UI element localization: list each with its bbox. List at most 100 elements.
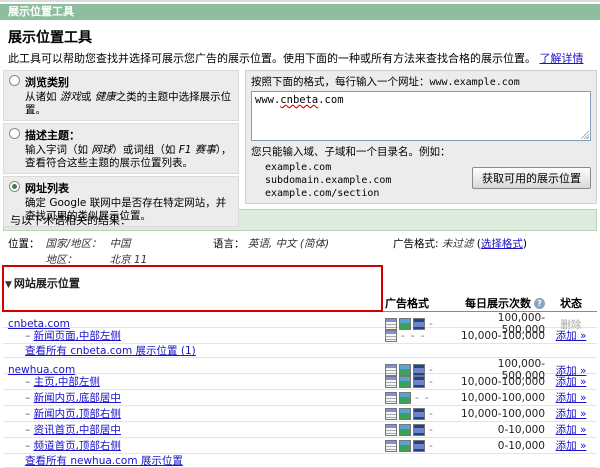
image-ad-icon <box>399 392 411 404</box>
choose-format-link[interactable]: 选择格式 <box>481 238 523 250</box>
table-row-sub: 新闻内页,顶部右侧 - 10,000-100,000 添加 » <box>3 406 597 422</box>
browse-categories-title: 浏览类别 <box>25 74 233 90</box>
ad-format-icons: - <box>385 440 459 452</box>
text-ad-icon <box>385 408 397 420</box>
url-entry-panel: 按照下面的格式，每行输入一个网址：www.example.com www.cnb… <box>245 70 597 204</box>
desc-part: 或 <box>81 91 95 103</box>
ad-format-icons: --- <box>385 330 459 342</box>
image-ad-icon <box>399 364 411 376</box>
tool-banner-title: 展示位置工具 <box>0 4 600 20</box>
daily-impressions-value: 10,000-100,000 <box>459 376 545 388</box>
url-value-prefix: www. <box>255 94 280 106</box>
format-unavailable-dash: - <box>427 440 435 452</box>
format-unavailable-dash: - <box>419 330 427 342</box>
image-ad-icon <box>399 440 411 452</box>
url-textarea[interactable]: www.cnbeta.com <box>251 91 591 141</box>
daily-impressions-value: 0-10,000 <box>459 440 545 452</box>
table-row-sub: 资讯首页,中部居中 - 0-10,000 添加 » <box>3 422 597 438</box>
learn-more-link[interactable]: 了解详情 <box>540 52 584 65</box>
placements-section-label: 网站展示位置 <box>14 277 80 290</box>
daily-impressions-value: 10,000-100,000 <box>459 408 545 420</box>
text-ad-icon <box>385 318 397 330</box>
help-icon[interactable]: ? <box>534 298 545 309</box>
url-list-radio[interactable] <box>9 181 20 192</box>
desc-italic: 网球 <box>91 144 112 156</box>
daily-impressions-value: 10,000-100,000 <box>459 330 545 342</box>
format-unavailable-dash: - <box>427 364 435 376</box>
format-unavailable-dash: - <box>427 424 435 436</box>
video-ad-icon <box>413 424 425 436</box>
desc-part: 从诸如 <box>25 91 60 103</box>
country-value: 中国 <box>110 236 148 251</box>
page-title: 展示位置工具 <box>8 27 600 47</box>
results-bar-title: 与以下术语相关的结果： <box>3 209 597 231</box>
table-row-sub: 新闻页面,中部左侧 --- 10,000-100,000 添加 » <box>3 328 597 344</box>
ad-format-icons: - <box>385 424 459 436</box>
url-value-suffix: .com <box>318 94 343 106</box>
format-unavailable-dash: - <box>427 408 435 420</box>
table-row-sub: 新闻内页,底部居中 -- 10,000-100,000 添加 » <box>3 390 597 406</box>
image-ad-icon <box>399 424 411 436</box>
placement-link[interactable]: 新闻页面,中部左侧 <box>34 330 121 342</box>
table-row-viewall: 查看所有 cnbeta.com 展示位置 (1) <box>3 344 597 358</box>
video-ad-icon <box>413 440 425 452</box>
text-ad-icon <box>385 376 397 388</box>
results-filters: 位置： 国家/地区： 中国 地区： 北京 11 语言： 英语, 中文 (简体) … <box>0 231 600 271</box>
placement-link[interactable]: 新闻内页,顶部右侧 <box>34 408 121 420</box>
placement-link[interactable]: 新闻内页,底部居中 <box>34 392 121 404</box>
desc-part: ）或词组（如 <box>112 144 178 156</box>
text-ad-icon <box>385 440 397 452</box>
url-example-line: example.com/section <box>265 187 391 200</box>
language-label: 语言： <box>213 238 245 250</box>
placement-link[interactable]: 资讯首页,中部居中 <box>34 424 121 436</box>
table-row-sub: 频道首页,顶部右侧 - 0-10,000 添加 » <box>3 438 597 454</box>
url-format-label: 按照下面的格式，每行输入一个网址：www.example.com <box>251 74 591 89</box>
url-example-line: example.com <box>265 161 391 174</box>
ad-format-label: 广告格式: <box>393 238 439 250</box>
browse-categories-desc: 从诸如 游戏或 健康之类的主题中选择展示位置。 <box>25 91 233 117</box>
placement-link[interactable]: 主页,中部左侧 <box>34 376 100 388</box>
placements-table: ▼网站展示位置 广告格式 每日展示次数? 状态 cnbeta.com - 100… <box>3 275 597 468</box>
language-value: 英语, 中文 (简体) <box>248 238 329 250</box>
location-label: 位置： <box>8 236 40 267</box>
table-row-viewall: 查看所有 newhua.com 展示位置 <box>3 454 597 468</box>
view-all-link[interactable]: 查看所有 newhua.com 展示位置 <box>25 455 183 467</box>
col-header-status: 状态 <box>545 295 597 311</box>
add-link[interactable]: 添加 » <box>556 424 587 436</box>
video-ad-icon <box>413 408 425 420</box>
page-description: 此工具可以帮助您查找并选择可展示您广告的展示位置。使用下面的一种或所有方法来查找… <box>8 50 592 66</box>
placement-link[interactable]: 频道首页,顶部右侧 <box>34 440 121 452</box>
ad-format-icons: -- <box>385 392 459 404</box>
add-link[interactable]: 添加 » <box>556 392 587 404</box>
add-link[interactable]: 添加 » <box>556 440 587 452</box>
image-ad-icon <box>399 408 411 420</box>
url-format-example: www.example.com <box>430 77 520 88</box>
browse-categories-radio[interactable] <box>9 75 20 86</box>
describe-topics-radio[interactable] <box>9 128 20 139</box>
method-and-url-section: 浏览类别 从诸如 游戏或 健康之类的主题中选择展示位置。 描述主题： 输入字词（… <box>3 70 597 204</box>
daily-impressions-value: 10,000-100,000 <box>459 392 545 404</box>
view-all-link[interactable]: 查看所有 cnbeta.com 展示位置 (1) <box>25 345 196 357</box>
format-unavailable-dash: - <box>427 376 435 388</box>
video-ad-icon <box>413 364 425 376</box>
method-browse-categories: 浏览类别 从诸如 游戏或 健康之类的主题中选择展示位置。 <box>3 70 239 121</box>
format-unavailable-dash: - <box>427 318 435 330</box>
desc-italic: 健康 <box>95 91 116 103</box>
add-link[interactable]: 添加 » <box>556 330 587 342</box>
add-link[interactable]: 添加 » <box>556 376 587 388</box>
ad-format-icons: - <box>385 376 459 388</box>
daily-impressions-value: 0-10,000 <box>459 424 545 436</box>
url-example-line: subdomain.example.com <box>265 174 391 187</box>
method-options: 浏览类别 从诸如 游戏或 健康之类的主题中选择展示位置。 描述主题： 输入字词（… <box>3 70 239 204</box>
ad-format-icons: - <box>385 408 459 420</box>
image-ad-icon <box>399 376 411 388</box>
add-link[interactable]: 添加 » <box>556 408 587 420</box>
desc-part: 输入字词（如 <box>25 144 91 156</box>
text-ad-icon <box>385 392 397 404</box>
get-placements-button[interactable]: 获取可用的展示位置 <box>472 167 591 189</box>
method-describe-topics: 描述主题： 输入字词（如 网球）或词组（如 F1 赛事），查看符合这些主题的展示… <box>3 123 239 174</box>
ad-format-icons: - <box>385 318 459 330</box>
collapse-triangle-icon[interactable]: ▼ <box>5 280 12 290</box>
url-value-misspelled: cnbeta <box>280 94 318 106</box>
text-ad-icon <box>385 424 397 436</box>
